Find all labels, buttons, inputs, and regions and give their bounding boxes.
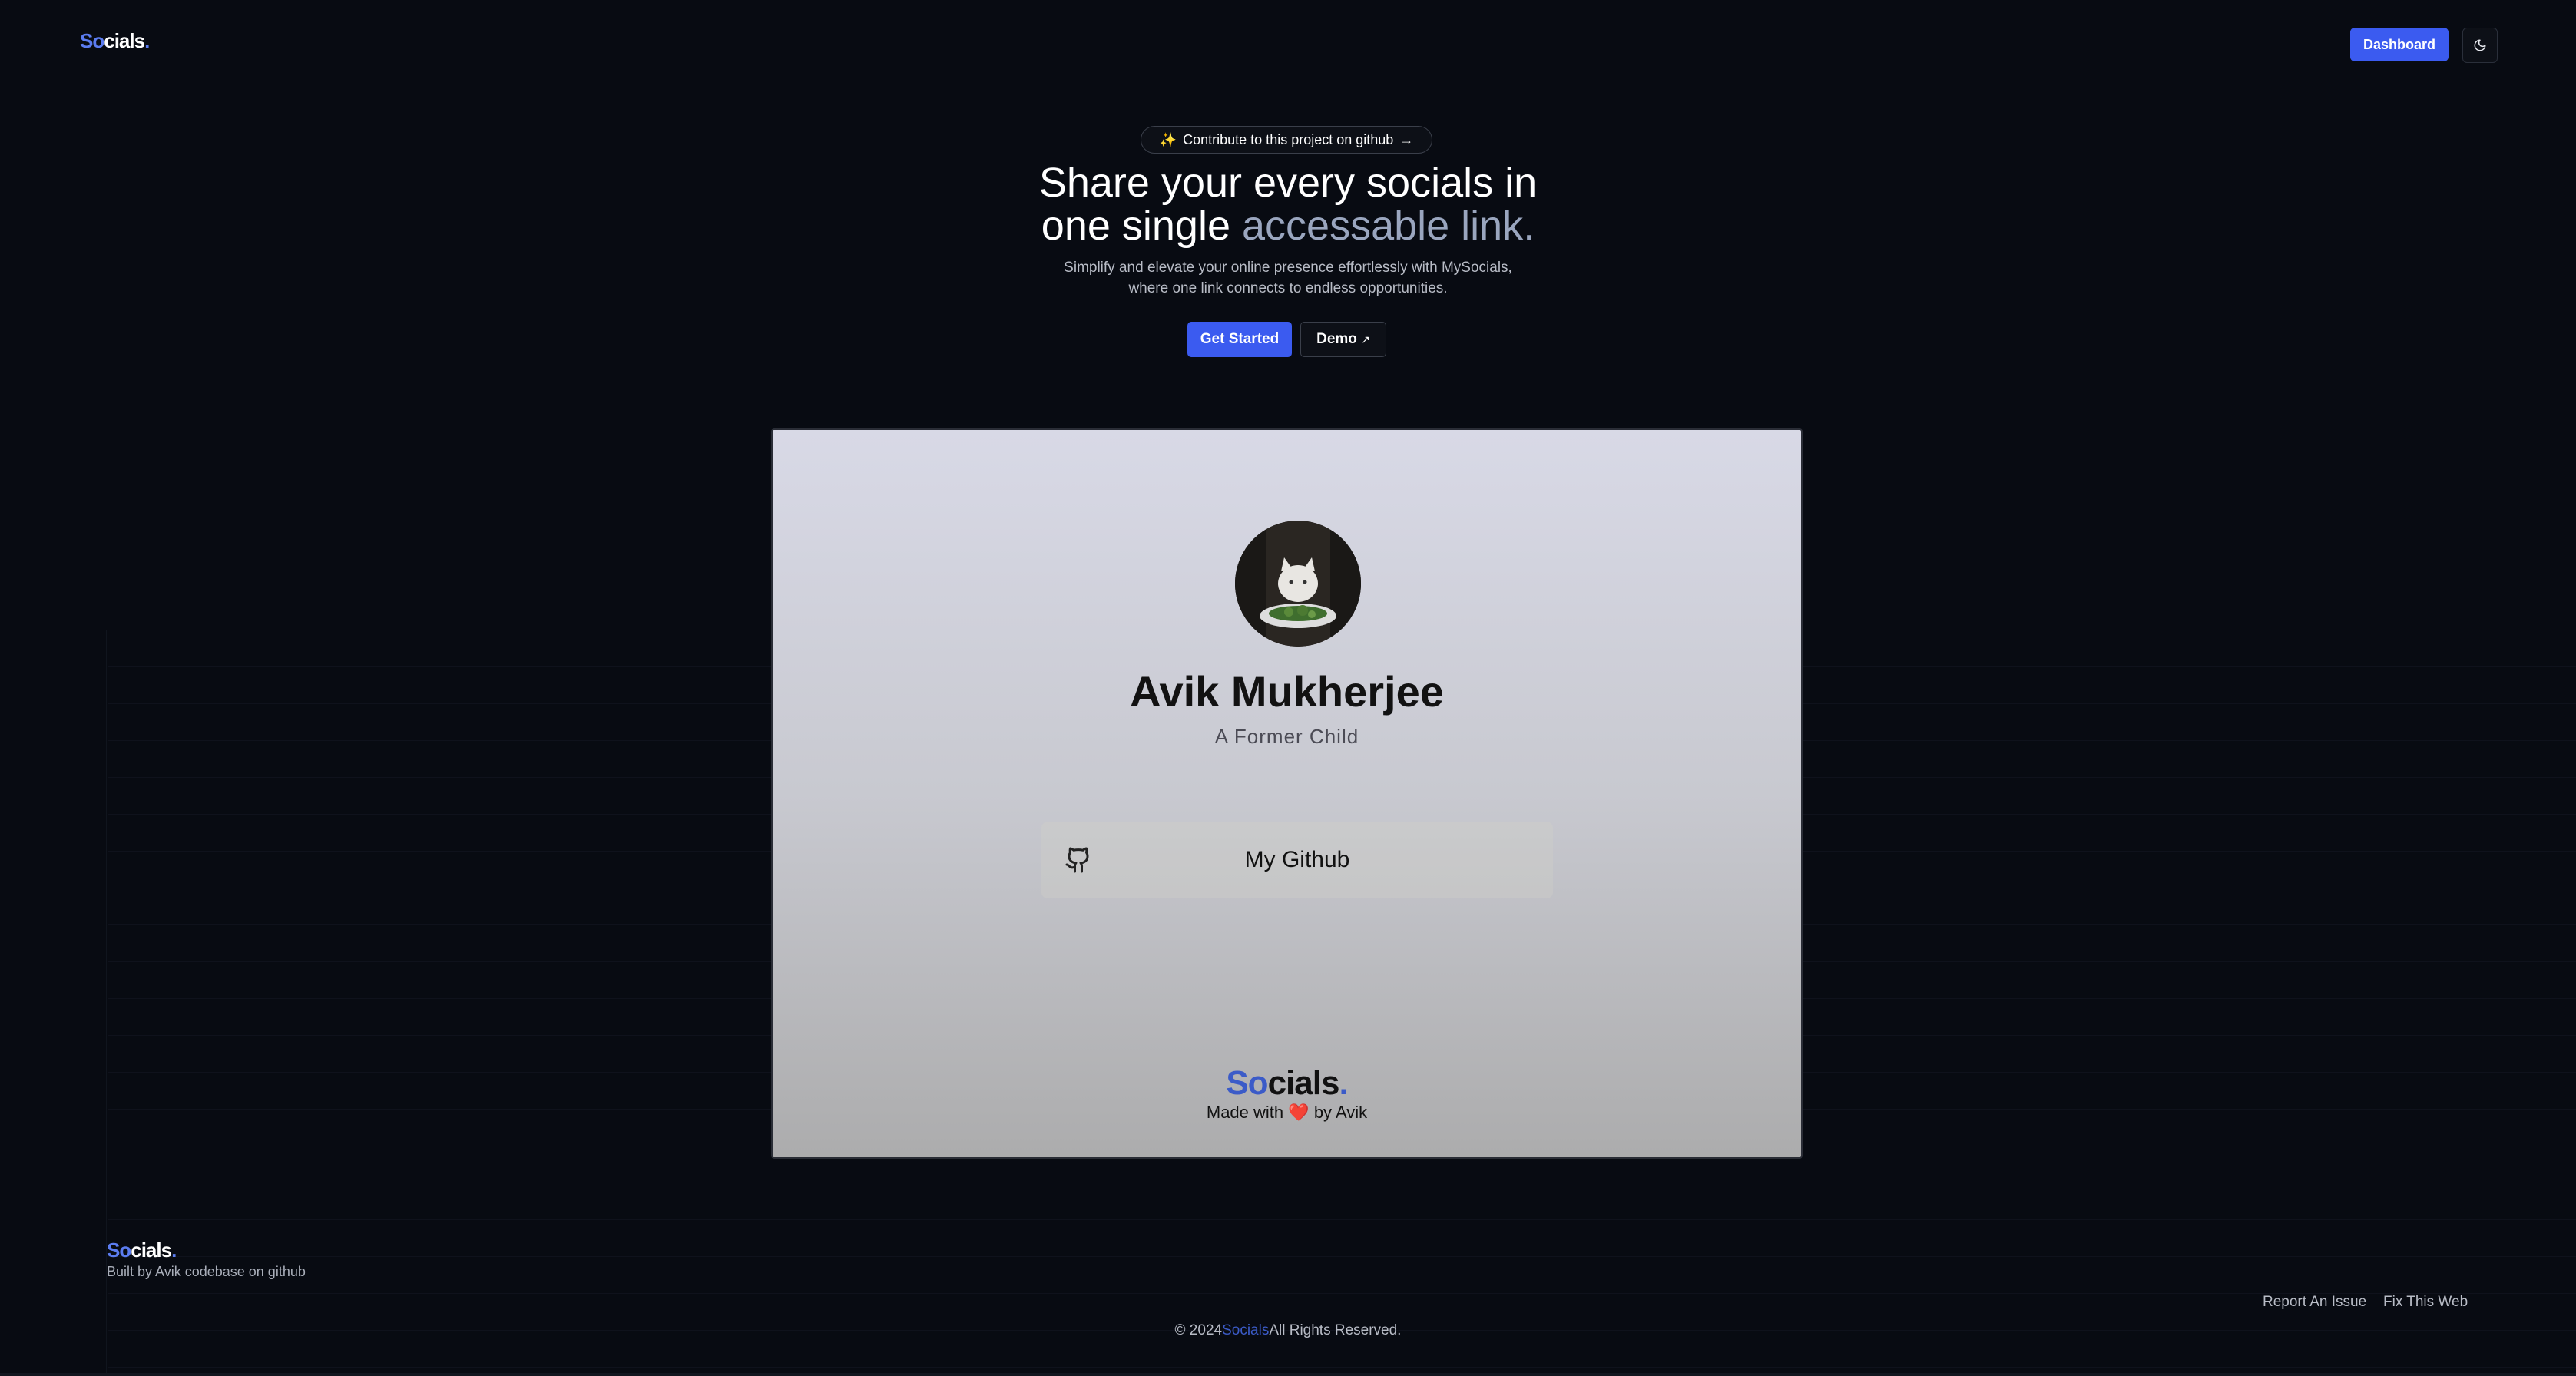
footer-logo-so: So [107, 1239, 131, 1262]
profile-name: Avik Mukherjee [1130, 667, 1444, 716]
hero-subtitle-line2: where one link connects to endless oppor… [1128, 280, 1448, 296]
hero-title-line2-plain: one single [1041, 203, 1242, 249]
hero-title: Share your every socials in one single a… [768, 161, 1808, 247]
demo-label: Demo [1316, 331, 1357, 347]
theme-toggle-button[interactable] [2462, 28, 2498, 63]
logo-rest: cials [104, 29, 145, 52]
demo-button[interactable]: Demo ↗ [1300, 322, 1386, 357]
footer-logo[interactable]: Socials. [107, 1239, 177, 1262]
sparkles-icon: ✨ [1159, 131, 1177, 147]
hero-subtitle-line1: Simplify and elevate your online presenc… [1064, 260, 1512, 276]
report-issue-link[interactable]: Report An Issue [2263, 1294, 2366, 1311]
copyright: © 2024SocialsAll Rights Reserved. [0, 1322, 2576, 1339]
contribute-github-link[interactable]: ✨ Contribute to this project on github → [1141, 126, 1432, 154]
get-started-button[interactable]: Get Started [1187, 322, 1292, 357]
avatar [1235, 521, 1361, 647]
profile-bio: A Former Child [1214, 725, 1359, 748]
fix-this-web-link[interactable]: Fix This Web [2383, 1294, 2468, 1311]
card-logo-rest: cials [1267, 1064, 1340, 1102]
footer-logo-rest: cials [131, 1239, 172, 1262]
hero-title-line2-muted: accessable link. [1242, 203, 1535, 249]
made-with-text: Made with ❤️ by Avik [773, 1103, 1801, 1123]
cat-avatar-image [1235, 521, 1361, 647]
bottom-divider [0, 1373, 2576, 1376]
heart-icon: ❤️ [1288, 1103, 1310, 1122]
hero-subtitle: Simplify and elevate your online presenc… [998, 257, 1578, 299]
nav-logo[interactable]: Socials. [80, 29, 150, 53]
copyright-brand: Socials [1222, 1322, 1270, 1338]
card-logo-dot: . [1339, 1064, 1348, 1102]
social-link-github[interactable]: My Github [1041, 822, 1553, 898]
footer-built-by[interactable]: Built by Avik codebase on github [107, 1264, 306, 1280]
logo-dot: . [144, 29, 150, 52]
copyright-prefix: © 2024 [1174, 1322, 1223, 1338]
card-logo: Socials. [773, 1064, 1801, 1103]
footer-logo-dot: . [171, 1239, 177, 1262]
contribute-label: Contribute to this project on github [1183, 131, 1394, 147]
profile-preview-card: Avik Mukherjee A Former Child My Github … [771, 428, 1803, 1159]
card-logo-so: So [1226, 1064, 1268, 1102]
social-link-label: My Github [1244, 847, 1350, 872]
arrow-up-right-icon: ↗ [1361, 333, 1370, 346]
hero-title-line1: Share your every socials in [1038, 160, 1538, 206]
logo-so: So [80, 29, 104, 52]
copyright-suffix: All Rights Reserved. [1269, 1322, 1402, 1338]
moon-icon [2474, 39, 2486, 51]
dashboard-button[interactable]: Dashboard [2350, 28, 2449, 61]
made-suffix: by Avik [1313, 1103, 1368, 1122]
made-prefix: Made with [1206, 1103, 1284, 1122]
arrow-right-icon: → [1399, 131, 1414, 147]
